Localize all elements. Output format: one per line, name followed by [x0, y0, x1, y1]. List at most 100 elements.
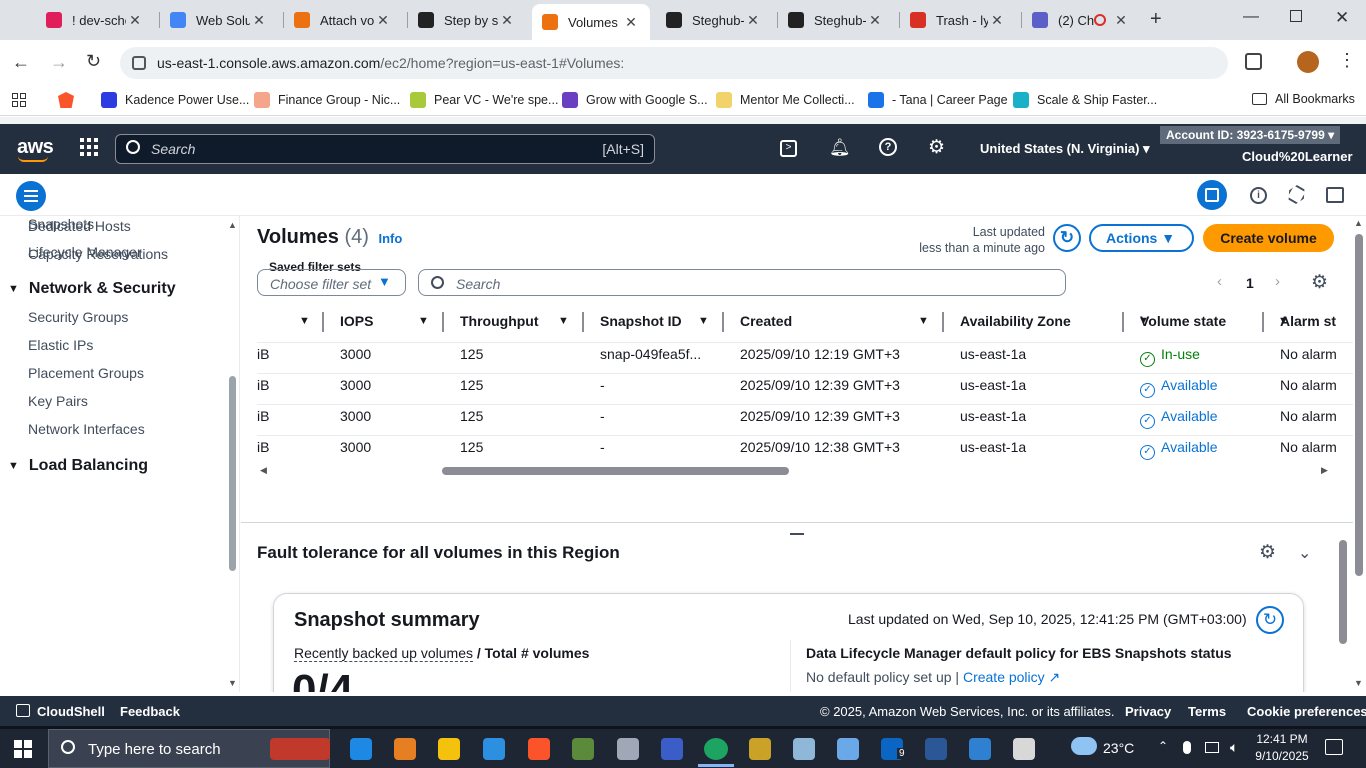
bookmark-item[interactable]: Finance Group - Nic...: [254, 92, 400, 108]
sort-caret-icon[interactable]: ▼: [698, 315, 709, 327]
column-resizer[interactable]: [722, 312, 724, 332]
split-panel-divider[interactable]: [241, 522, 1353, 523]
edge-icon[interactable]: [350, 738, 372, 760]
browser-tab[interactable]: Volumes | ✕: [532, 4, 650, 40]
collapse-chevron-icon[interactable]: ⌄: [1298, 543, 1311, 563]
info-panel-icon[interactable]: i: [1250, 187, 1267, 204]
close-tab-icon[interactable]: ✕: [744, 12, 762, 29]
browser-tab[interactable]: Steghub-l ✕: [656, 0, 772, 40]
app-icon[interactable]: [793, 738, 815, 760]
table-row[interactable]: iB 3000 125 - 2025/09/10 12:38 GMT+3 us-east-…: [241, 439, 1353, 470]
terms-link[interactable]: Terms: [1188, 704, 1226, 719]
refresh-button[interactable]: ↻: [1053, 224, 1081, 252]
weather-icon[interactable]: [1071, 737, 1097, 755]
profile-avatar[interactable]: [1297, 51, 1319, 73]
column-header[interactable]: Created: [740, 313, 792, 329]
browser-tab[interactable]: (2) Ch ✕: [1022, 0, 1140, 40]
file-explorer-icon[interactable]: [438, 738, 460, 760]
browser-tab[interactable]: Attach vo ✕: [284, 0, 402, 40]
browser-tab[interactable]: Web Solu ✕: [160, 0, 278, 40]
create-policy-link[interactable]: Create policy: [963, 669, 1045, 685]
close-tab-icon[interactable]: ✕: [374, 12, 392, 29]
bookmark-item[interactable]: Grow with Google S...: [562, 92, 708, 108]
sort-caret-icon[interactable]: ▼: [558, 315, 569, 327]
sidebar-item[interactable]: Elastic IPs: [28, 337, 93, 353]
bookmark-item[interactable]: Scale & Ship Faster...: [1013, 92, 1157, 108]
table-settings-gear-icon[interactable]: ⚙: [1311, 271, 1328, 294]
sort-caret-icon[interactable]: ▼: [918, 315, 929, 327]
sidebar-item[interactable]: Lifecycle Manager: [28, 244, 142, 260]
aws-search-input[interactable]: Search [Alt+S]: [115, 134, 655, 164]
close-tab-icon[interactable]: ✕: [498, 12, 516, 29]
info-link[interactable]: Info: [378, 231, 402, 246]
column-resizer[interactable]: [1122, 312, 1124, 332]
notifications-bell-icon[interactable]: 🔔︎: [829, 138, 851, 158]
site-info-icon[interactable]: [132, 56, 146, 70]
sidebar-item[interactable]: Network Interfaces: [28, 421, 145, 437]
scroll-up-arrow[interactable]: ▲: [1354, 218, 1363, 228]
panel-scrollbar-thumb[interactable]: [1339, 540, 1347, 644]
tray-chevron-icon[interactable]: ⌃: [1158, 739, 1168, 753]
column-header[interactable]: Snapshot ID: [600, 313, 682, 329]
scroll-down-arrow[interactable]: ▼: [228, 678, 237, 688]
column-resizer[interactable]: [582, 312, 584, 332]
create-volume-button[interactable]: Create volume: [1203, 224, 1334, 252]
filter-set-select[interactable]: Choose filter set ▼: [257, 269, 406, 296]
column-header[interactable]: Availability Zone: [960, 313, 1071, 329]
scroll-right-arrow[interactable]: ▶: [1321, 465, 1328, 476]
volumes-search-input[interactable]: Search: [418, 269, 1066, 296]
brave-bookmark-icon[interactable]: [58, 92, 74, 108]
settings-gear-icon[interactable]: ⚙: [928, 136, 945, 159]
side-nav-toggle[interactable]: [16, 181, 46, 211]
backed-up-link[interactable]: Recently backed up volumes: [294, 645, 473, 662]
scroll-up-arrow[interactable]: ▲: [228, 220, 237, 230]
column-header[interactable]: Alarm st: [1280, 313, 1336, 329]
vscode-icon[interactable]: [969, 738, 991, 760]
cloudshell-link[interactable]: CloudShell: [37, 704, 105, 719]
next-page-icon[interactable]: ›: [1275, 273, 1280, 290]
close-tab-icon[interactable]: ✕: [622, 14, 640, 31]
volume-icon[interactable]: 🔈︎: [1230, 739, 1238, 756]
feedback-panel-icon[interactable]: [1326, 187, 1344, 203]
bookmark-item[interactable]: Mentor Me Collecti...: [716, 92, 855, 108]
sidebar-item[interactable]: Placement Groups: [28, 365, 144, 381]
user-menu[interactable]: Cloud%20Learner: [1242, 149, 1353, 164]
cloudshell-icon[interactable]: >: [780, 140, 797, 157]
app-icon[interactable]: [1013, 738, 1035, 760]
new-tab-button[interactable]: +: [1150, 8, 1162, 31]
powershell-icon[interactable]: [925, 738, 947, 760]
column-header[interactable]: Throughput: [460, 313, 539, 329]
browser-tab[interactable]: Step by st ✕: [408, 0, 526, 40]
store-icon[interactable]: [483, 738, 505, 760]
account-id-badge[interactable]: Account ID: 3923-6175-9799 ▾: [1160, 126, 1341, 144]
browser-tab[interactable]: Steghub-l ✕: [778, 0, 894, 40]
back-icon[interactable]: ←: [12, 52, 30, 73]
windows-start-icon[interactable]: [14, 740, 32, 758]
bookmark-item[interactable]: Kadence Power Use...: [101, 92, 249, 108]
forward-icon[interactable]: →: [50, 52, 68, 73]
main-scrollbar-thumb[interactable]: [1355, 234, 1363, 576]
column-resizer[interactable]: [942, 312, 944, 332]
copilot-icon[interactable]: [394, 738, 416, 760]
microphone-icon[interactable]: [1183, 741, 1191, 754]
sort-caret-icon[interactable]: ▼: [299, 315, 310, 327]
sidebar-section-header[interactable]: ▼ Load Balancing: [8, 457, 148, 475]
split-panel-icon[interactable]: [1197, 180, 1227, 210]
reload-icon[interactable]: ↻: [86, 51, 101, 72]
close-tab-icon[interactable]: ✕: [866, 12, 884, 29]
sidebar-item[interactable]: Key Pairs: [28, 393, 88, 409]
drag-handle-icon[interactable]: [790, 533, 804, 535]
minimize-button[interactable]: —: [1243, 8, 1259, 26]
system-clock[interactable]: 12:41 PM 9/10/2025: [1254, 731, 1310, 765]
feedback-link[interactable]: Feedback: [120, 704, 180, 719]
hexagon-icon[interactable]: [1285, 183, 1308, 206]
app-icon[interactable]: [661, 738, 683, 760]
close-window-button[interactable]: ✕: [1335, 8, 1349, 28]
panel-settings-gear-icon[interactable]: ⚙: [1259, 541, 1276, 564]
sidebar-section-header[interactable]: ▼ Network & Security: [8, 280, 176, 298]
actions-button[interactable]: Actions ▼: [1089, 224, 1194, 252]
bookmark-item[interactable]: Pear VC - We're spe...: [410, 92, 558, 108]
notification-center-icon[interactable]: [1325, 739, 1343, 755]
services-grid-icon[interactable]: [80, 138, 98, 156]
app-icon[interactable]: [749, 738, 771, 760]
